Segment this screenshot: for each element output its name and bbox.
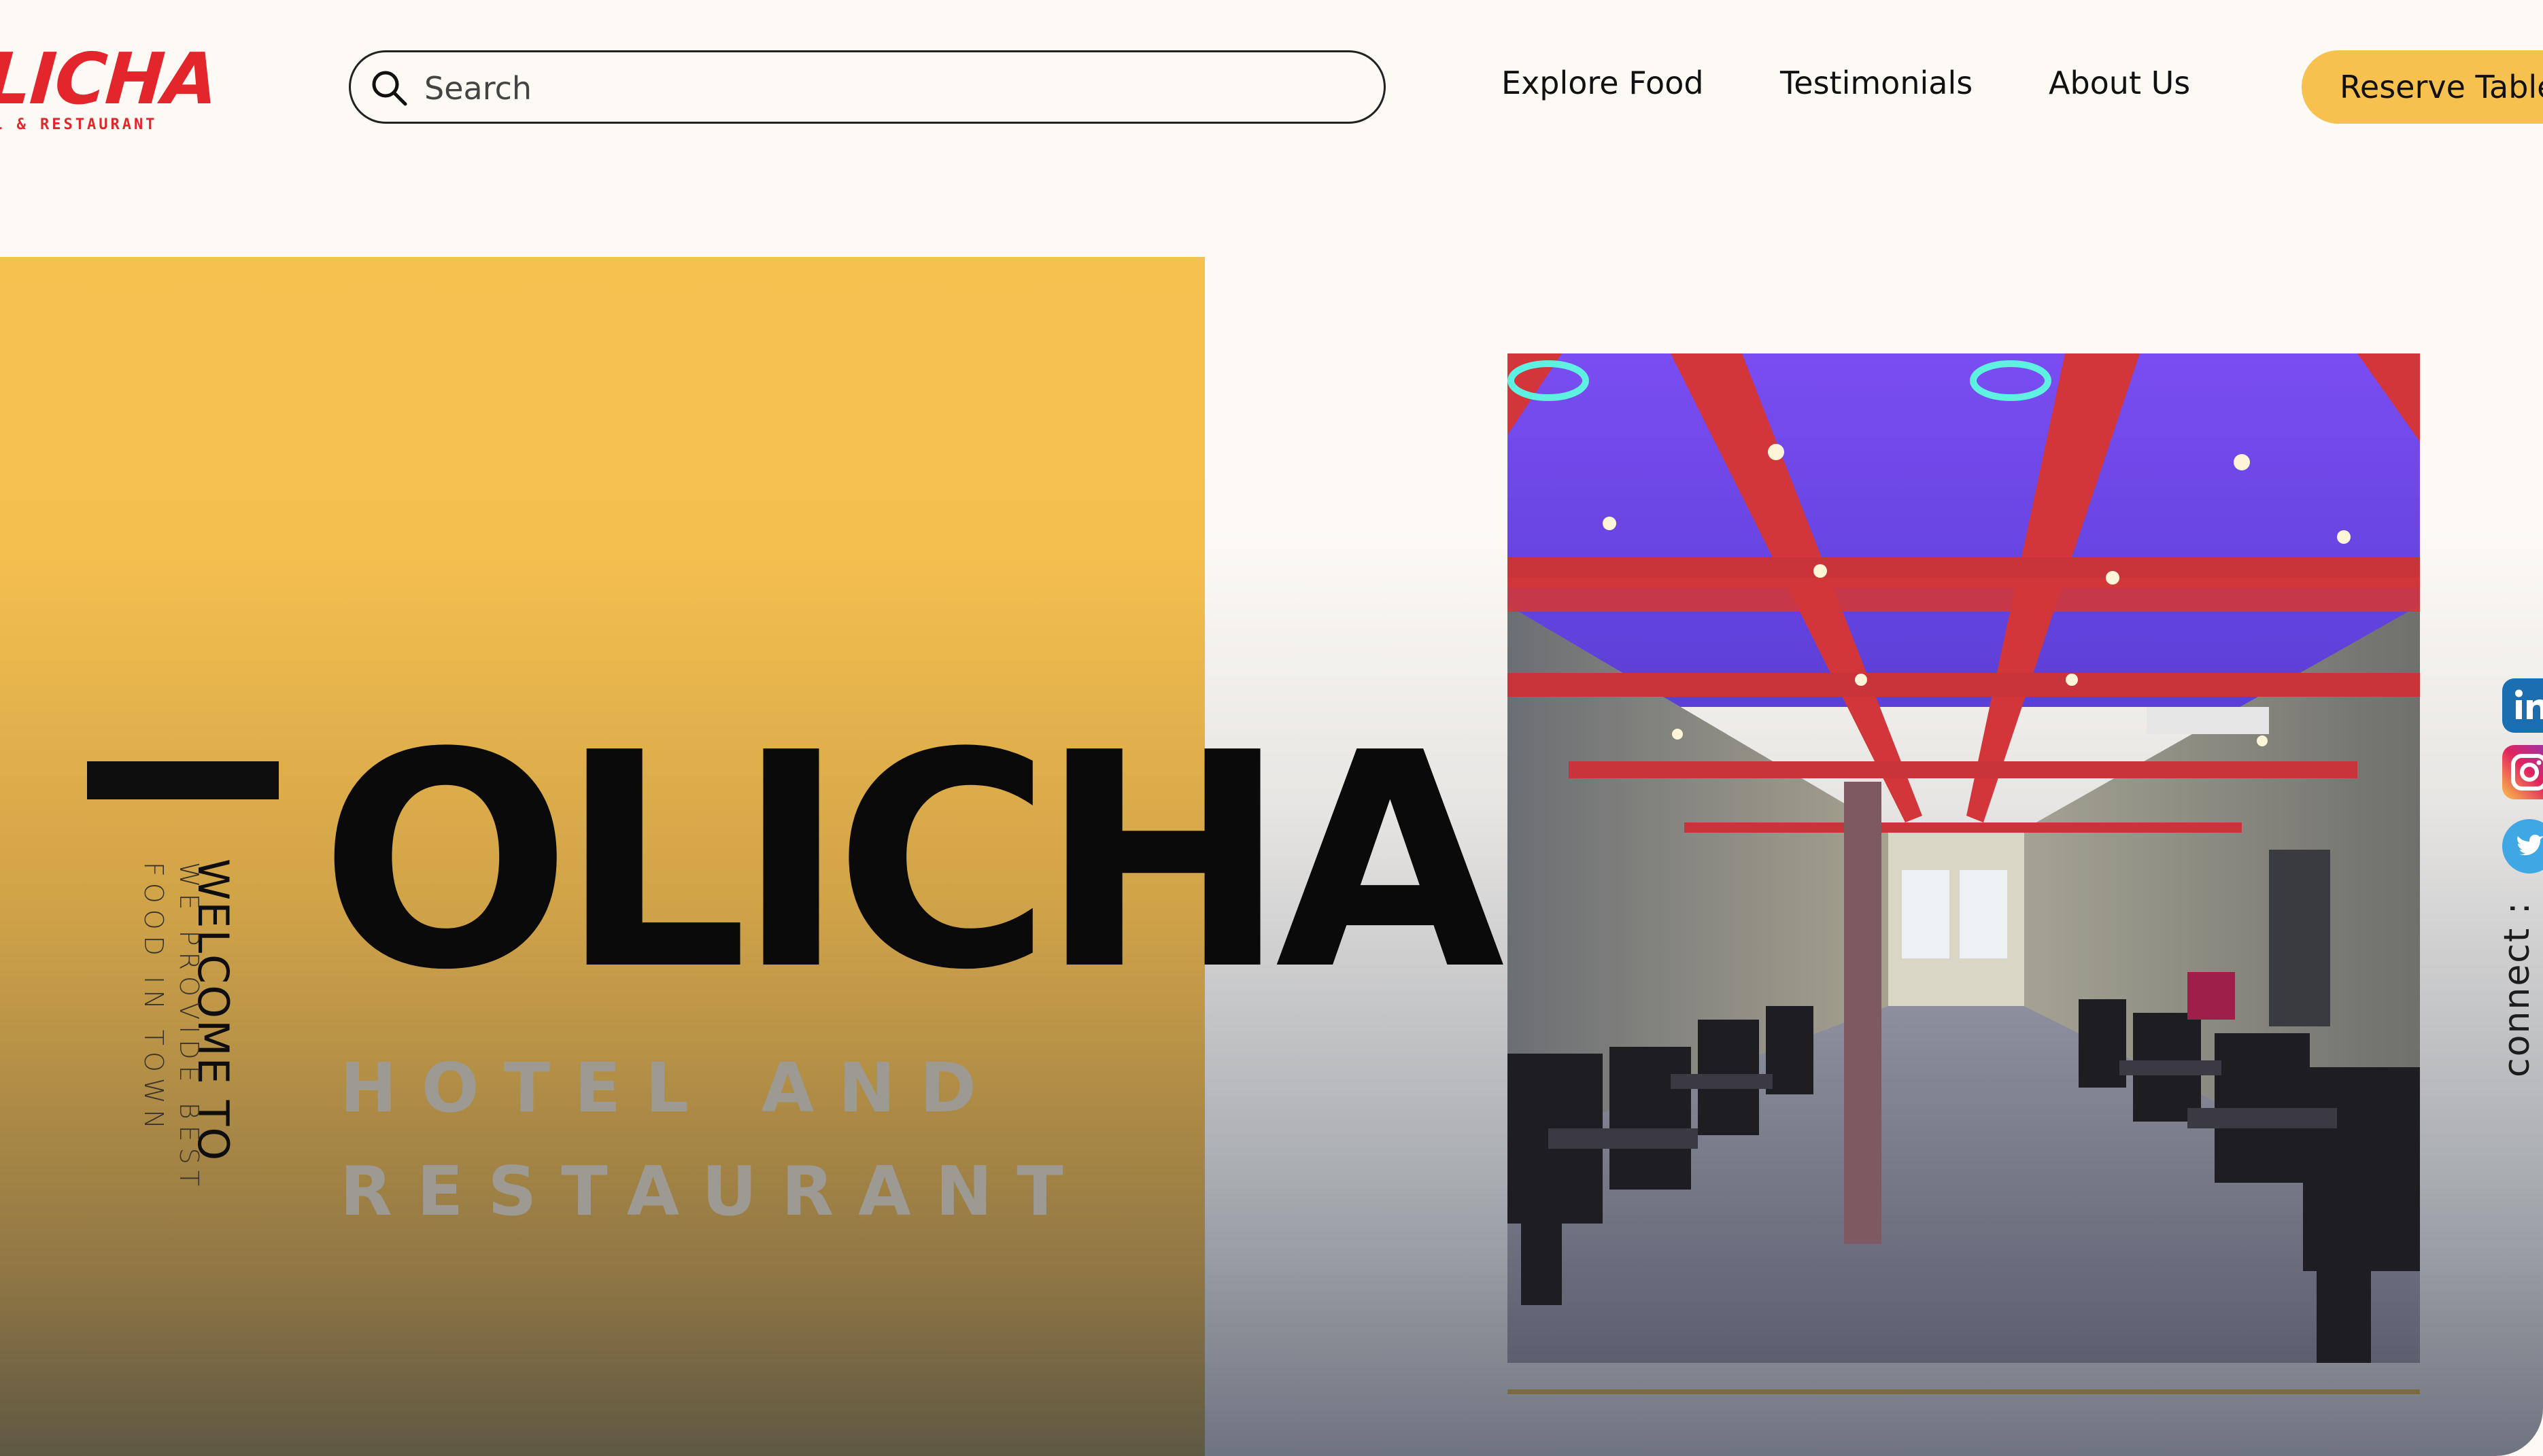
restaurant-interior-photo [1507,353,2420,1363]
logo[interactable]: LICHA L & RESTAURANT [0,37,220,139]
hero-subtitle-line-2: RESTAURANT [340,1151,1088,1231]
hero-subtitle: HOTEL AND RESTAURANT [340,1037,1088,1243]
nav-about-us[interactable]: About Us [2049,65,2190,101]
logo-wordmark: LICHA [0,37,220,120]
tagline-line-1: WE PROVIDE BEST [174,862,204,1192]
hero-subtitle-line-1: HOTEL AND [340,1048,1001,1128]
hero-title: OLICHA [320,689,1505,1035]
search-bar[interactable] [349,50,1386,124]
linkedin-icon[interactable] [2502,678,2543,733]
search-icon [369,67,409,108]
tagline-line-2: FOOD IN TOWN [139,862,169,1135]
search-input[interactable] [423,67,1364,109]
nav-testimonials[interactable]: Testimonials [1780,65,1973,101]
tagline: WE PROVIDE BEST FOOD IN TOWN [136,862,207,1192]
photo-underline [1507,1389,2420,1394]
connect-label: connect : [2497,901,2538,1077]
twitter-icon[interactable] [2502,819,2543,873]
reserve-table-button[interactable]: Reserve Table [2302,50,2543,124]
instagram-icon[interactable] [2502,745,2543,799]
page: LICHA L & RESTAURANT Explore Food Testim… [0,0,2543,1456]
accent-bar [87,761,279,799]
nav-explore-food[interactable]: Explore Food [1501,65,1704,101]
logo-subtitle: L & RESTAURANT [0,116,158,133]
